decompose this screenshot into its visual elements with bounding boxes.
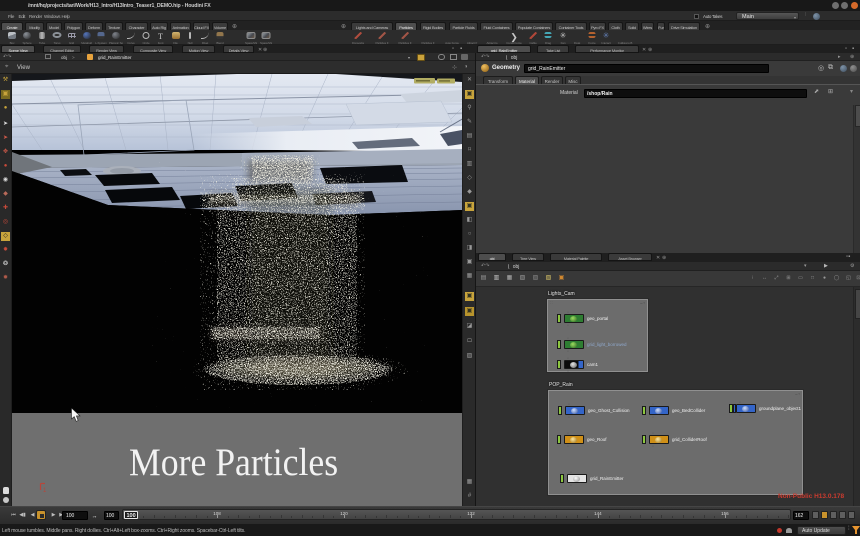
svg-text:1: 1	[43, 488, 47, 494]
